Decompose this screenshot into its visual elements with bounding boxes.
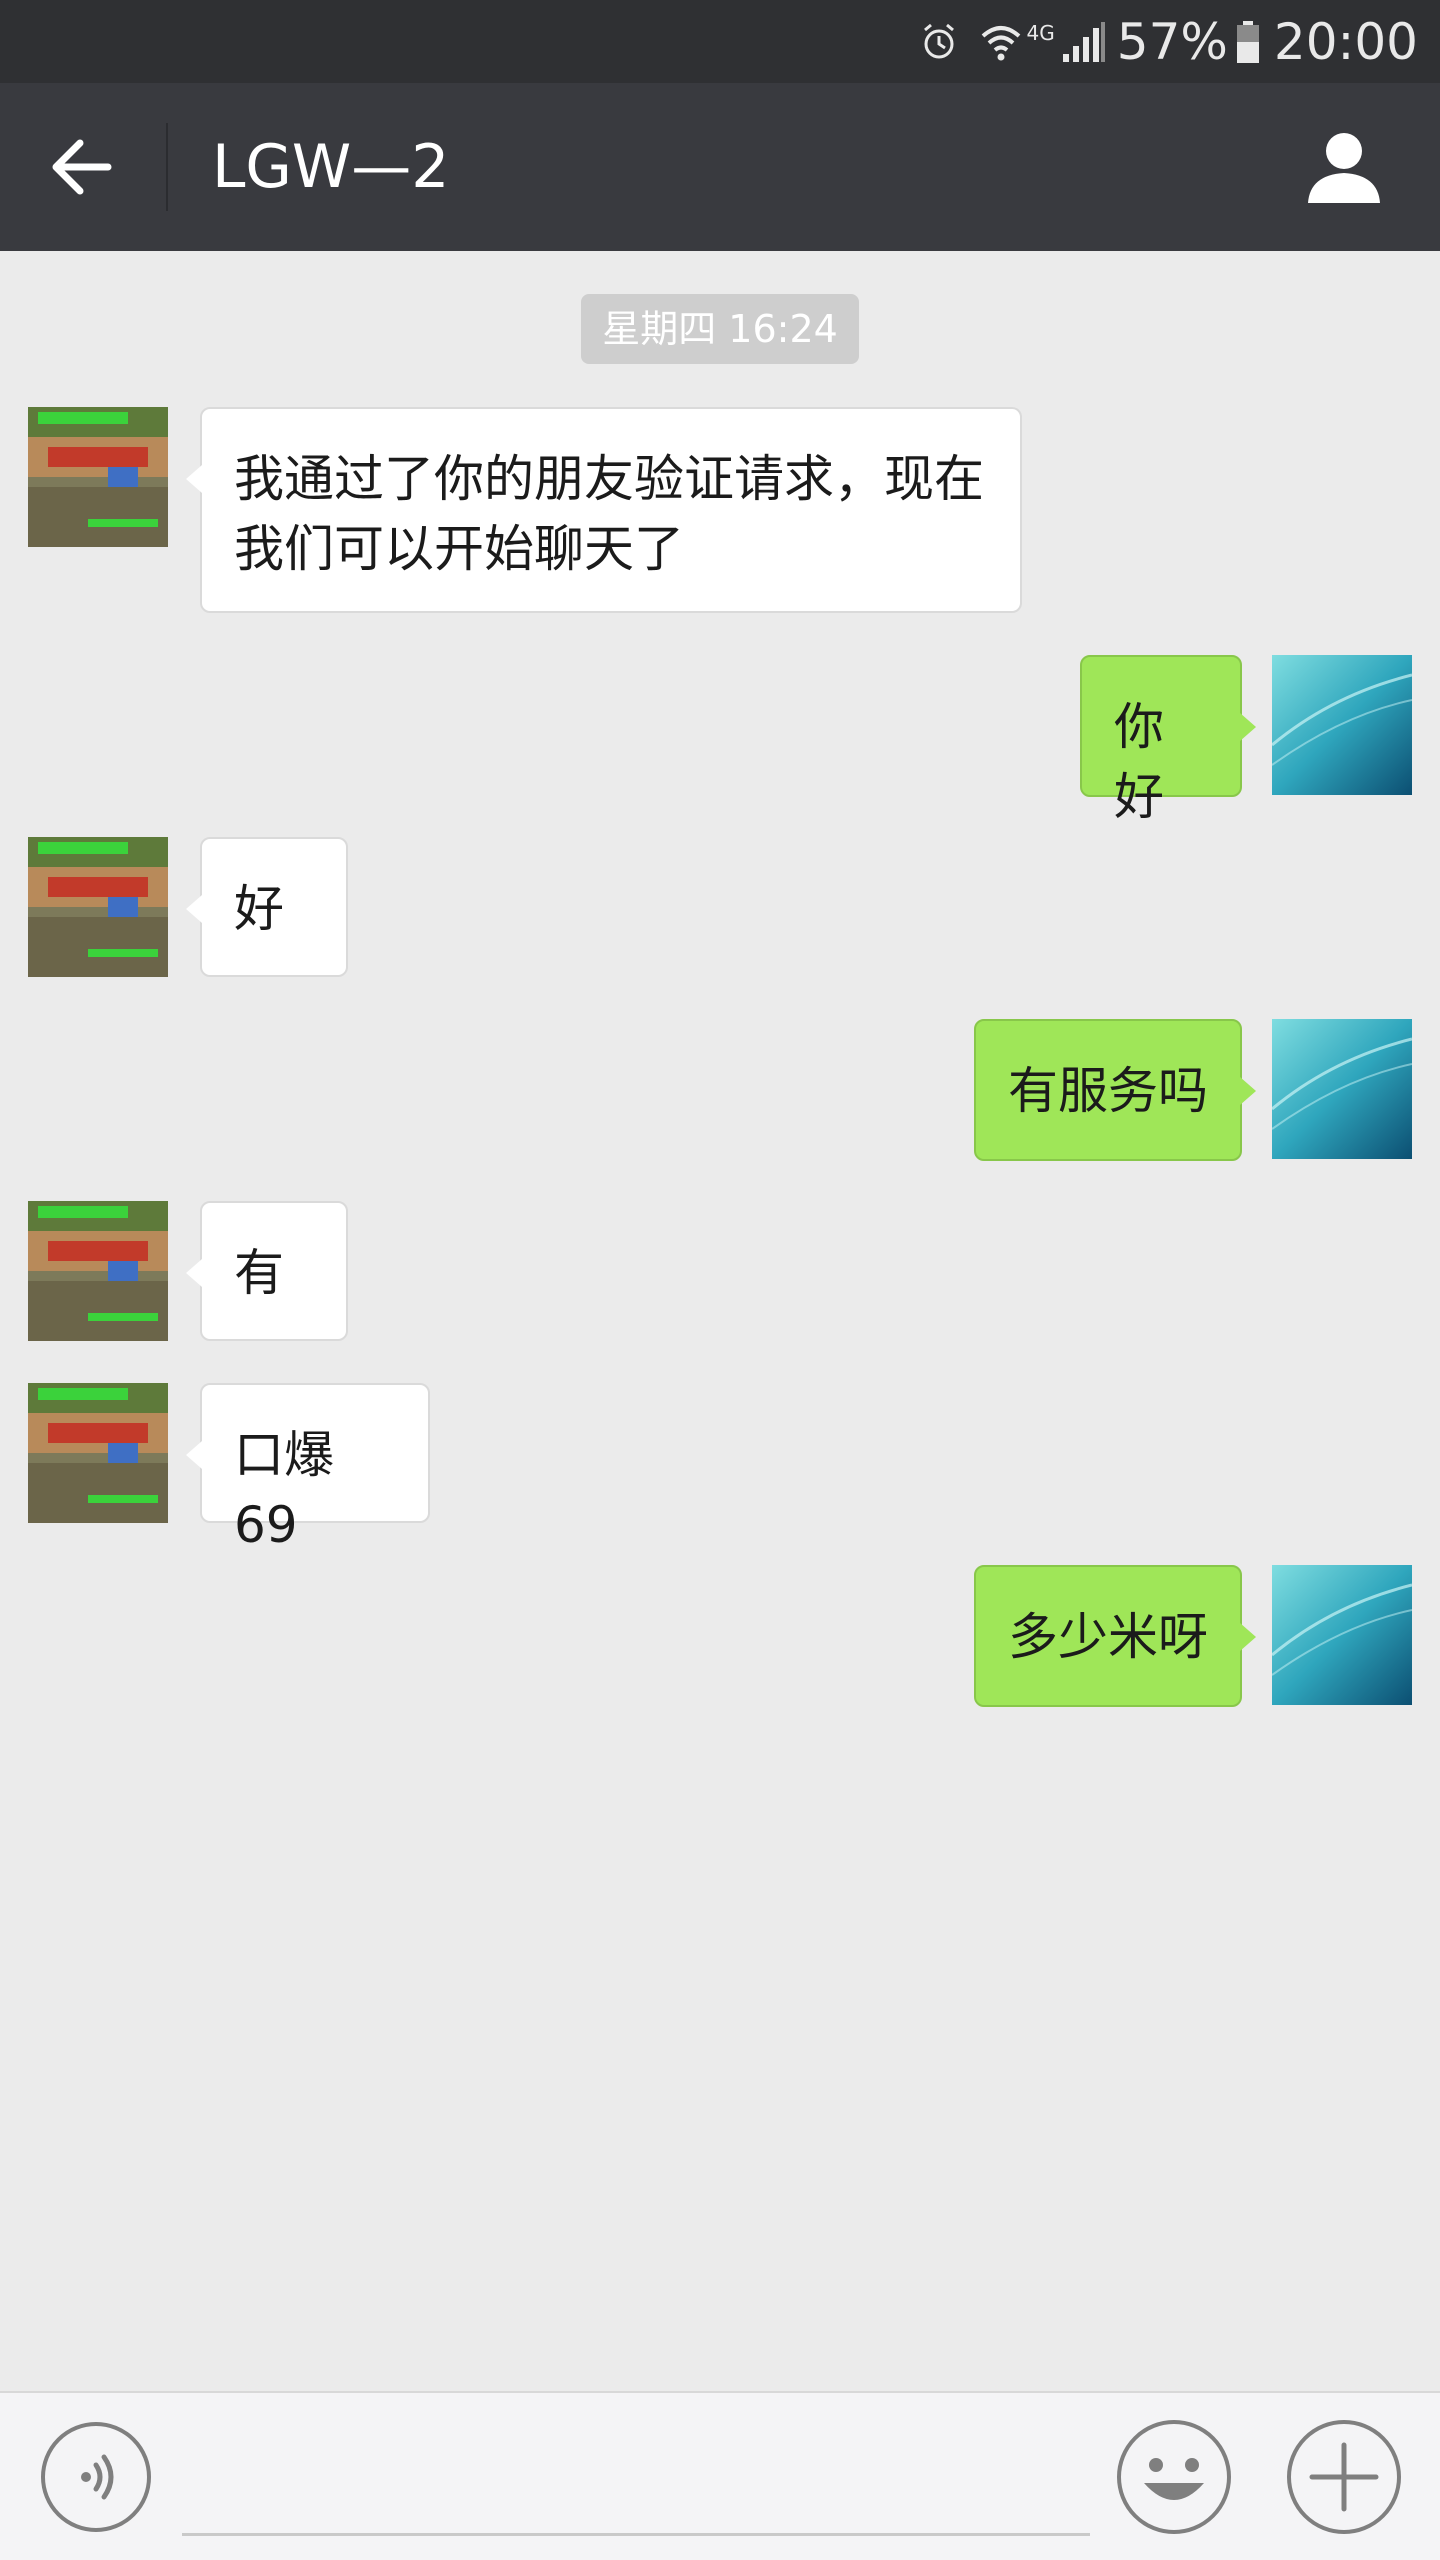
contact-avatar[interactable] [28, 1383, 168, 1523]
my-avatar[interactable] [1272, 1019, 1412, 1159]
wifi-icon [981, 25, 1020, 60]
message-bubble-outgoing[interactable]: 多少米呀 [974, 1565, 1256, 1707]
message-bubble-outgoing[interactable]: 有服务吗 [974, 1019, 1256, 1161]
profile-icon[interactable] [1304, 127, 1384, 207]
timestamp-chip: 星期四 16:24 [581, 294, 859, 364]
message-text: 好 [234, 880, 284, 938]
voice-icon[interactable] [40, 2421, 152, 2533]
status-icons: 4G 57% 20:00 [919, 0, 1418, 83]
plus-icon[interactable] [1286, 2419, 1402, 2535]
message-input[interactable] [182, 2413, 1090, 2536]
message-bubble-incoming[interactable]: 口爆69 [186, 1383, 430, 1554]
clock: 20:00 [1273, 12, 1418, 71]
message-text: 我通过了你的朋友验证请求，现在我们可以开始聊天了 [234, 450, 984, 578]
chat-title: LGW—2 [212, 132, 450, 202]
battery-icon [1236, 20, 1259, 63]
contact-avatar[interactable] [28, 837, 168, 977]
message-bubble-outgoing[interactable]: 你好 [1080, 655, 1256, 826]
chat-header: LGW—2 [0, 83, 1440, 251]
message-text: 有 [234, 1244, 284, 1302]
emoji-icon[interactable] [1116, 2419, 1232, 2535]
network-type-label: 4G [1026, 20, 1055, 45]
message-text: 你好 [1114, 698, 1164, 826]
signal-icon [1062, 21, 1105, 62]
back-arrow-icon[interactable] [48, 133, 116, 201]
my-avatar[interactable] [1272, 655, 1412, 795]
header-divider [166, 123, 168, 211]
message-bubble-incoming[interactable]: 有 [186, 1201, 348, 1341]
message-text: 多少米呀 [1008, 1608, 1208, 1666]
contact-avatar[interactable] [28, 407, 168, 547]
input-bar [0, 2391, 1440, 2560]
message-bubble-incoming[interactable]: 好 [186, 837, 348, 977]
message-list[interactable]: 星期四 16:24 我通过了你的朋友验证请求，现在我们可以开始聊天了 你好 好 … [0, 251, 1440, 2391]
my-avatar[interactable] [1272, 1565, 1412, 1705]
message-text: 口爆69 [234, 1426, 334, 1554]
status-bar: 4G 57% 20:00 [0, 0, 1440, 83]
message-bubble-incoming[interactable]: 我通过了你的朋友验证请求，现在我们可以开始聊天了 [186, 407, 1022, 613]
alarm-icon [923, 23, 954, 58]
battery-percent: 57% [1116, 12, 1228, 71]
contact-avatar[interactable] [28, 1201, 168, 1341]
message-text: 有服务吗 [1008, 1062, 1208, 1120]
